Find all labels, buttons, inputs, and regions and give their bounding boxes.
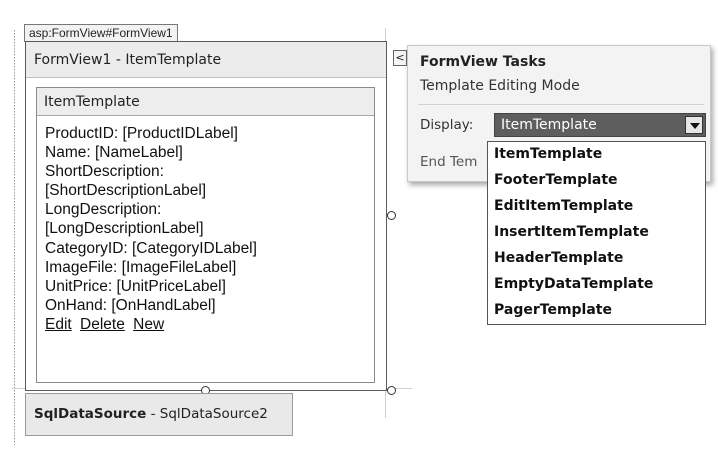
control-tag[interactable]: asp:FormView#FormView1 bbox=[24, 24, 178, 42]
resize-handle-corner[interactable] bbox=[387, 386, 396, 395]
display-select-value: ItemTemplate bbox=[501, 117, 597, 133]
dropdown-option[interactable]: EditItemTemplate bbox=[494, 198, 633, 214]
field-line: UnitPrice: [UnitPriceLabel] bbox=[45, 277, 226, 295]
datasource-type: SqlDataSource bbox=[34, 406, 147, 422]
tasks-divider bbox=[418, 104, 704, 105]
sqldatasource-control[interactable]: SqlDataSource - SqlDataSource2 bbox=[25, 393, 293, 436]
dropdown-option[interactable]: HeaderTemplate bbox=[494, 250, 623, 266]
field-line: ImageFile: [ImageFileLabel] bbox=[45, 258, 237, 276]
dropdown-option[interactable]: InsertItemTemplate bbox=[494, 224, 649, 240]
item-template-header: ItemTemplate bbox=[37, 88, 374, 116]
smart-tag-button[interactable]: < bbox=[393, 50, 407, 66]
resize-handle-right[interactable] bbox=[387, 211, 396, 220]
field-line: CategoryID: [CategoryIDLabel] bbox=[45, 239, 257, 257]
field-line: [LongDescriptionLabel] bbox=[45, 220, 204, 238]
template-editing-mode-label: Template Editing Mode bbox=[420, 78, 580, 94]
datasource-separator: - bbox=[146, 406, 160, 422]
display-label: Display: bbox=[420, 117, 474, 133]
dropdown-option[interactable]: ItemTemplate bbox=[494, 146, 602, 162]
chevron-down-icon[interactable] bbox=[685, 116, 703, 134]
display-select[interactable]: ItemTemplate bbox=[494, 113, 706, 137]
field-line: Name: [NameLabel] bbox=[45, 144, 183, 162]
field-line: OnHand: [OnHandLabel] bbox=[45, 296, 216, 314]
datasource-id: SqlDataSource2 bbox=[159, 406, 268, 422]
dropdown-option[interactable]: PagerTemplate bbox=[494, 302, 612, 318]
field-line: ShortDescription: bbox=[45, 163, 164, 181]
dropdown-option[interactable]: FooterTemplate bbox=[494, 172, 618, 188]
delete-link[interactable]: Delete bbox=[80, 316, 125, 333]
tasks-title: FormView Tasks bbox=[420, 54, 546, 70]
formview-title: FormView1 - ItemTemplate bbox=[26, 42, 386, 78]
field-line: LongDescription: bbox=[45, 201, 162, 219]
display-dropdown-list: ItemTemplate FooterTemplate EditItemTemp… bbox=[487, 141, 706, 325]
command-links: Edit Delete New bbox=[45, 315, 367, 334]
dropdown-option[interactable]: EmptyDataTemplate bbox=[494, 276, 653, 292]
new-link[interactable]: New bbox=[133, 316, 164, 333]
field-line: [ShortDescriptionLabel] bbox=[45, 182, 207, 200]
field-line: ProductID: [ProductIDLabel] bbox=[45, 125, 238, 142]
edit-link[interactable]: Edit bbox=[45, 316, 72, 333]
item-template-body: ProductID: [ProductIDLabel] Name: [NameL… bbox=[45, 124, 367, 334]
formview-control[interactable]: FormView1 - ItemTemplate ItemTemplate Pr… bbox=[25, 41, 387, 391]
left-margin-guide bbox=[14, 30, 15, 445]
item-template-region[interactable]: ItemTemplate ProductID: [ProductIDLabel]… bbox=[36, 87, 375, 383]
end-template-editing-link[interactable]: End Tem bbox=[420, 154, 477, 170]
